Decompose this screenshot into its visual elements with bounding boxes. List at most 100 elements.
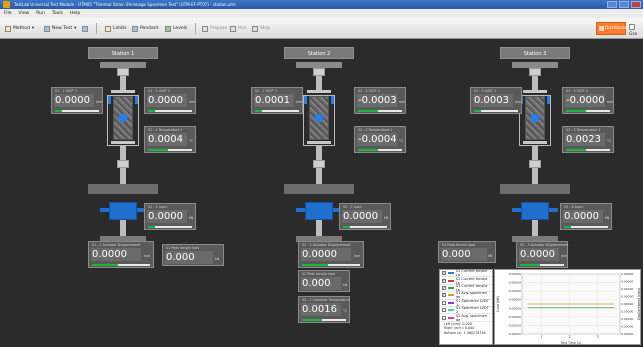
- readout-level-fill: [148, 110, 155, 112]
- readout-caption: S1 - 1 LVDT 2: [148, 89, 171, 93]
- station-1-cage-right: [138, 95, 139, 145]
- chart-y-tick-right: 0.00000: [621, 295, 633, 299]
- method-button[interactable]: Method ▾: [3, 24, 36, 33]
- graph-label: Gra: [629, 32, 638, 37]
- legend-checkbox[interactable]: [442, 278, 446, 283]
- readout-level-bar: [566, 110, 610, 112]
- toolbar-separator: [195, 23, 196, 34]
- legend-checkbox[interactable]: [442, 308, 446, 313]
- station-1-label: Station 1: [88, 47, 158, 59]
- readout-level-bar: [148, 110, 192, 112]
- graph-icon: [629, 24, 635, 30]
- levels-button[interactable]: Levels: [163, 24, 189, 33]
- readout-unit: kN: [488, 254, 493, 258]
- live-chart[interactable]: 0.00000 0.00000 0.00000 0.00000 0.00000 0.000…: [494, 269, 641, 345]
- menu-tools[interactable]: Tools: [52, 9, 63, 18]
- graph-button[interactable]: Gra: [629, 24, 643, 37]
- pendant-label: Pendant: [140, 26, 159, 31]
- legend-checkbox[interactable]: [442, 285, 446, 290]
- readout-unit: kN: [189, 216, 194, 220]
- legend-footer-bottom: Bottom (s): 1.460278746: [444, 330, 486, 335]
- dropdown-arrow-icon: ▾: [31, 26, 35, 31]
- readout-unit: mm: [561, 254, 568, 258]
- menu-view[interactable]: View: [19, 9, 30, 18]
- station-1-readout-6: S1 Peak tensile load 0.000 kN: [162, 244, 224, 266]
- readout-unit: mm: [144, 254, 151, 258]
- readout-caption: S2 - 2 Load: [343, 205, 362, 209]
- readout-value: 0.0000: [301, 248, 351, 261]
- legend-checkbox[interactable]: [442, 292, 446, 298]
- menu-file[interactable]: File: [4, 9, 12, 18]
- dashboard-icon: [599, 26, 604, 31]
- menu-run[interactable]: Run: [36, 9, 45, 18]
- readout-value: 0.0001: [254, 94, 294, 107]
- station-1-readout-2: S1 - 1 LVDT 2 0.0000 mm: [144, 87, 196, 114]
- readout-value: 0.0000: [519, 248, 559, 261]
- station-2-upper-rod: [316, 76, 322, 90]
- station-3-upper-platen: [523, 90, 547, 93]
- legend-checkbox[interactable]: [442, 270, 446, 276]
- station-3-upper-rod: [532, 76, 538, 90]
- window-controls: [607, 1, 641, 8]
- readout-value: 0.0003: [473, 94, 513, 107]
- readout-level-bar: [148, 149, 192, 151]
- toolbar: Method ▾ New Test ▾ Limits Pendant Levels …: [0, 18, 643, 39]
- readout-level-fill: [474, 110, 481, 112]
- save-icon-button[interactable]: [80, 24, 90, 33]
- legend-checkbox[interactable]: [442, 315, 446, 320]
- readout-caption: S1 - 1 Actuator Displacement: [92, 243, 141, 247]
- run-label: Run: [238, 26, 247, 31]
- readout-unit: mm: [399, 100, 406, 104]
- readout-level-bar: [564, 226, 608, 228]
- readout-level-fill: [343, 226, 350, 228]
- new-test-button[interactable]: New Test ▾: [42, 24, 78, 33]
- chart-y-tick-right: 0.00000: [621, 272, 633, 276]
- dashboard-button[interactable]: Dashboard: [596, 22, 629, 35]
- maximize-button[interactable]: [619, 1, 629, 8]
- station-2-readout-3: S2 - 2 Temperature 1 -0.0004 °C: [354, 126, 406, 153]
- menu-help[interactable]: Help: [70, 9, 80, 18]
- station-3-temperature-sensor: [531, 114, 539, 122]
- readout-level-bar: [55, 110, 99, 112]
- station-1-load-cell: [109, 202, 137, 220]
- readout-value: 0.0016: [301, 303, 341, 316]
- readout-unit: kN: [215, 257, 220, 261]
- readout-unit: mm: [189, 100, 196, 104]
- readout-value: -0.0003: [357, 94, 397, 107]
- station-2-readout-1: S2 - 2 LVDT 1 0.0001 mm: [251, 87, 303, 114]
- station-1-lower-platen: [111, 141, 135, 144]
- readout-caption: S1 - 1 Temperature 1: [148, 128, 183, 132]
- chart-y-tick-left: 0.00000: [509, 306, 521, 310]
- pendant-button[interactable]: Pendant: [130, 24, 160, 33]
- chart-y-tick-right: 0.00000: [621, 317, 633, 321]
- readout-level-fill: [92, 264, 118, 266]
- station-3-cage-right: [550, 95, 551, 145]
- limits-button[interactable]: Limits: [103, 24, 129, 33]
- readout-level-bar: [302, 264, 360, 266]
- prepare-button[interactable]: Prepare: [200, 24, 229, 33]
- readout-caption: S1 - 1 LVDT 1: [55, 89, 78, 93]
- minimize-button[interactable]: [607, 1, 617, 8]
- station-3-lower-rod: [532, 146, 538, 160]
- legend-checkbox[interactable]: [442, 300, 446, 305]
- app-icon: [3, 1, 10, 8]
- readout-level-bar: [566, 149, 610, 151]
- run-button[interactable]: Run: [228, 24, 249, 33]
- limits-icon: [105, 25, 111, 32]
- station-2-readout-7: S2 - 2 Chamber Temperature 0.0016 °C: [298, 296, 350, 323]
- readout-value: -0.0000: [565, 94, 605, 107]
- stop-button[interactable]: Stop: [250, 24, 272, 33]
- legend-swatch: [447, 294, 454, 297]
- window-title: TestLab Universal Test Module - UTM05 "T…: [14, 2, 236, 7]
- close-button[interactable]: [631, 1, 641, 8]
- legend-item[interactable]: S2 Avg. specimen de: [440, 314, 492, 322]
- readout-unit: mm: [354, 254, 361, 258]
- station-2-top-nut: [313, 68, 325, 76]
- station-2-upper-platen: [307, 90, 331, 93]
- method-label: Method: [13, 26, 30, 31]
- station-3-readout-1: S3 - 3 LVDT 1 0.0003 mm: [470, 87, 522, 114]
- readout-unit: kN: [343, 283, 348, 287]
- station-2-lvdt-left: [304, 96, 307, 104]
- chart-y-tick-left: 0.00000: [509, 272, 521, 276]
- readout-value: -0.0004: [357, 133, 397, 146]
